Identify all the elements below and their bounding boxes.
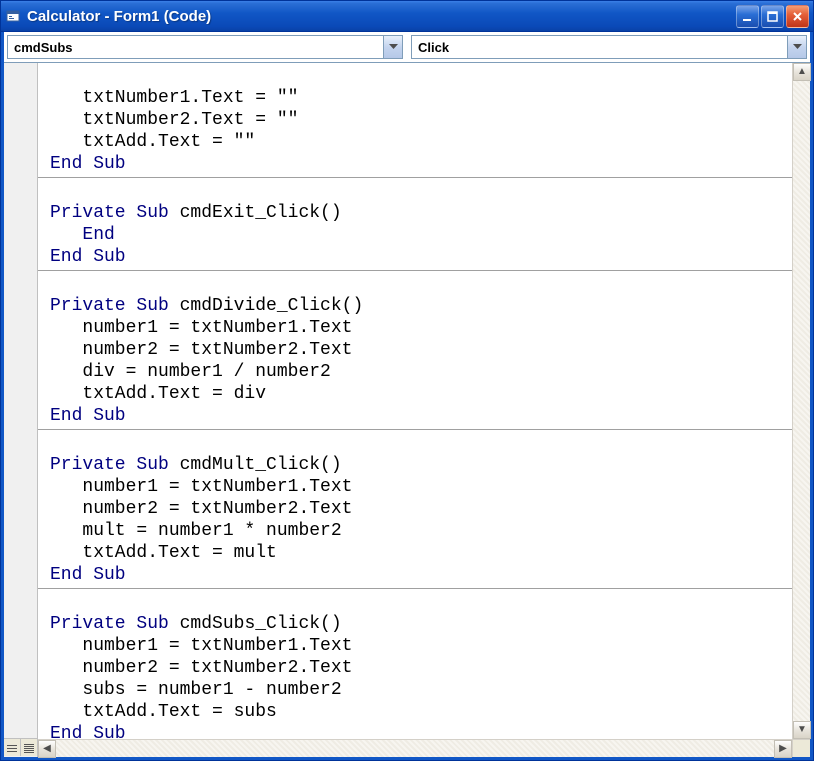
chevron-down-icon[interactable]: [383, 36, 402, 58]
object-combobox[interactable]: cmdSubs: [7, 35, 403, 59]
arrow-up-icon: ▲: [797, 67, 807, 77]
code-keyword: End Sub: [50, 565, 126, 585]
procedure-combobox[interactable]: Click: [411, 35, 807, 59]
code-line: number2 = txtNumber2.Text: [50, 658, 352, 678]
view-switch-buttons: [4, 738, 38, 757]
code-keyword: Private Sub: [50, 296, 169, 316]
code-ident: cmdMult_Click(): [169, 455, 342, 475]
code-line: number1 = txtNumber1.Text: [50, 636, 352, 656]
code-line: txtNumber1.Text = "": [50, 88, 298, 108]
close-button[interactable]: [786, 5, 809, 28]
procedure-separator: [38, 270, 792, 271]
scroll-track[interactable]: [56, 740, 774, 757]
code-line: txtAdd.Text = div: [50, 384, 266, 404]
scroll-up-button[interactable]: ▲: [793, 63, 811, 81]
code-keyword: Private Sub: [50, 614, 169, 634]
object-combobox-value: cmdSubs: [14, 40, 73, 55]
code-pane[interactable]: txtNumber1.Text = "" txtNumber2.Text = "…: [38, 63, 792, 739]
chevron-down-icon[interactable]: [787, 36, 806, 58]
titlebar[interactable]: Calculator - Form1 (Code): [1, 1, 813, 32]
code-line: number2 = txtNumber2.Text: [50, 499, 352, 519]
scroll-down-button[interactable]: ▼: [793, 721, 811, 739]
arrow-right-icon: ▶: [779, 744, 787, 754]
code-ident: cmdDivide_Click(): [169, 296, 363, 316]
procedure-separator: [38, 429, 792, 430]
code-keyword: End: [50, 225, 115, 245]
procedure-separator: [38, 177, 792, 178]
code-keyword: End Sub: [50, 406, 126, 426]
code-ident: cmdSubs_Click(): [169, 614, 342, 634]
scrollbar-corner: [792, 739, 810, 757]
minimize-button[interactable]: [736, 5, 759, 28]
scroll-right-button[interactable]: ▶: [774, 740, 792, 758]
client-area: cmdSubs Click: [1, 32, 813, 760]
code-keyword: End Sub: [50, 154, 126, 174]
scroll-left-button[interactable]: ◀: [38, 740, 56, 758]
app-icon: [5, 8, 21, 24]
scroll-track[interactable]: [793, 81, 810, 721]
horizontal-scrollbar[interactable]: ◀ ▶: [38, 739, 792, 757]
code-editor: txtNumber1.Text = "" txtNumber2.Text = "…: [4, 63, 810, 757]
arrow-left-icon: ◀: [43, 744, 51, 754]
full-module-view-button[interactable]: [21, 739, 38, 756]
code-line: txtAdd.Text = mult: [50, 543, 277, 563]
code-line: number2 = txtNumber2.Text: [50, 340, 352, 360]
code-line: number1 = txtNumber1.Text: [50, 318, 352, 338]
code-line: mult = number1 * number2: [50, 521, 342, 541]
code-line: subs = number1 - number2: [50, 680, 342, 700]
code-navigator-bar: cmdSubs Click: [4, 32, 810, 63]
code-keyword: End Sub: [50, 724, 126, 739]
window-title: Calculator - Form1 (Code): [27, 8, 736, 25]
code-line: txtAdd.Text = "": [50, 132, 255, 152]
window-controls: [736, 5, 809, 28]
code-line: number1 = txtNumber1.Text: [50, 477, 352, 497]
window-frame: Calculator - Form1 (Code) cmdSubs Clic: [0, 0, 814, 761]
maximize-button[interactable]: [761, 5, 784, 28]
code-line: txtAdd.Text = subs: [50, 702, 277, 722]
code-line: txtNumber2.Text = "": [50, 110, 298, 130]
code-keyword: Private Sub: [50, 455, 169, 475]
code-line: div = number1 / number2: [50, 362, 331, 382]
procedure-view-button[interactable]: [4, 739, 21, 756]
arrow-down-icon: ▼: [797, 725, 807, 735]
procedure-separator: [38, 588, 792, 589]
procedure-combobox-value: Click: [418, 40, 449, 55]
code-keyword: Private Sub: [50, 203, 169, 223]
vertical-scrollbar[interactable]: ▲ ▼: [792, 63, 810, 739]
code-keyword: End Sub: [50, 247, 126, 267]
margin-indicator-bar[interactable]: [4, 63, 38, 757]
code-ident: cmdExit_Click(): [169, 203, 342, 223]
code-content[interactable]: txtNumber1.Text = "" txtNumber2.Text = "…: [38, 63, 792, 739]
